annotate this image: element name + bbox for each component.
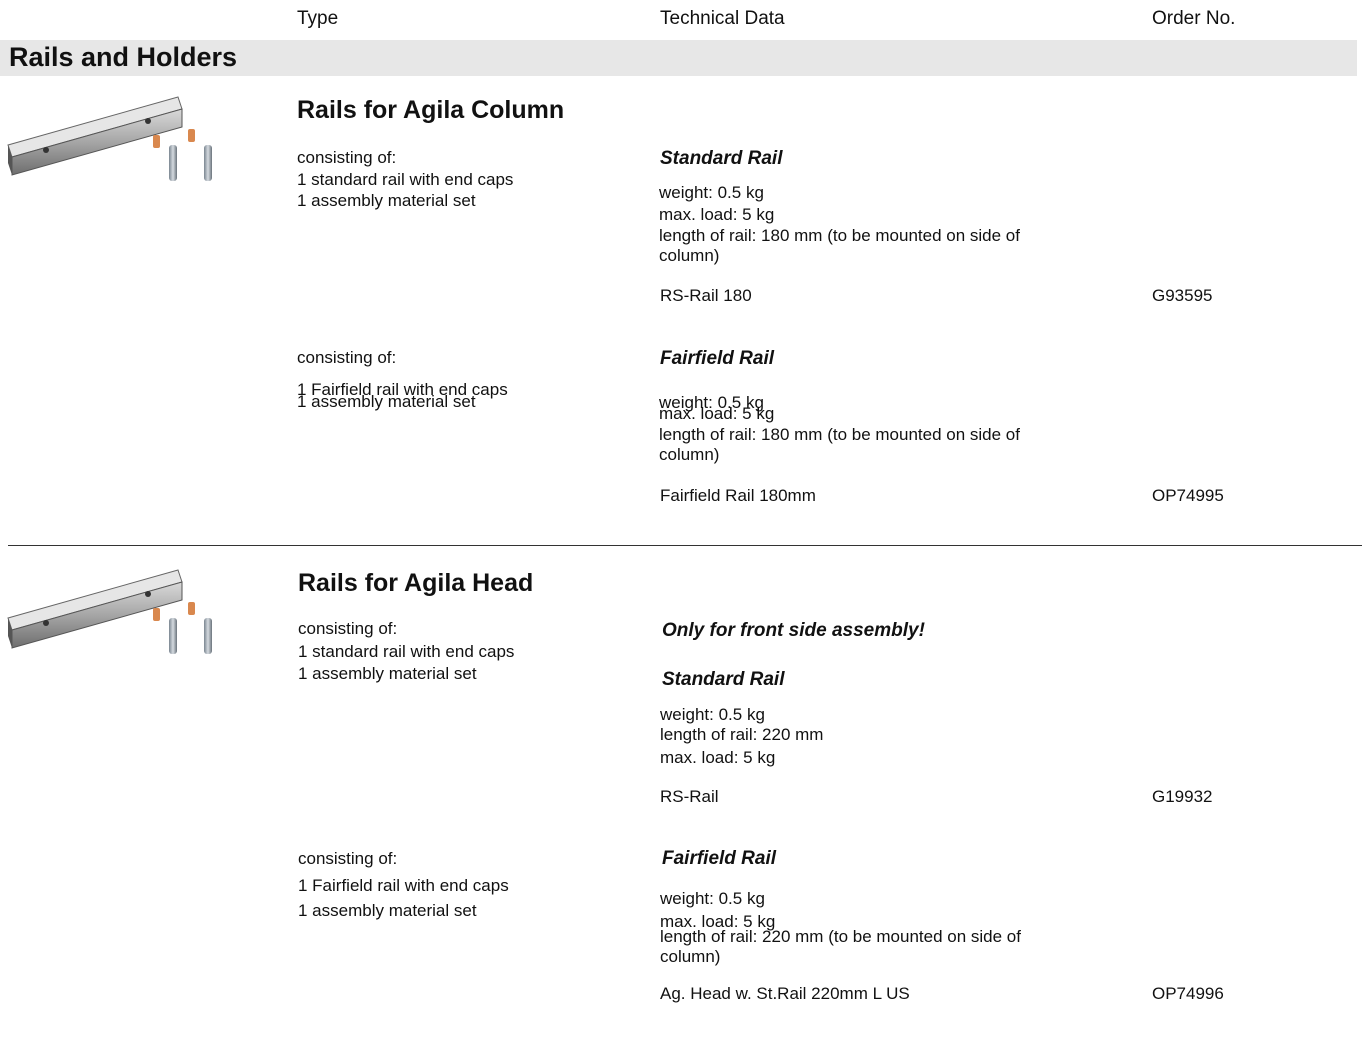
variant-heading: Standard Rail (660, 148, 783, 169)
component-line: 1 standard rail with end caps (298, 642, 515, 661)
component-line: 1 standard rail with end caps (297, 170, 514, 189)
variant-heading: Fairfield Rail (660, 348, 775, 369)
spec-length: length of rail: 180 mm (to be mounted on… (659, 226, 1020, 265)
spec-max-load: max. load: 5 kg (659, 205, 775, 224)
variant-heading: Fairfield Rail (662, 848, 777, 869)
product-title: Rails for Agila Column (297, 96, 565, 124)
component-line: 1 Fairfield rail with end caps (298, 876, 509, 895)
consisting-label: consisting of: (297, 348, 397, 367)
spec-length: length of rail: 220 mm (to be mounted on… (660, 927, 1021, 966)
section-divider (8, 545, 1362, 546)
consisting-label: consisting of: (297, 148, 397, 167)
consisting-label: consisting of: (298, 619, 398, 638)
rail-product-image (7, 569, 212, 654)
component-line: 1 assembly material set (297, 392, 476, 411)
component-line: 1 assembly material set (297, 191, 476, 210)
article-name: RS-Rail (660, 787, 719, 806)
order-number: G93595 (1152, 286, 1213, 305)
spec-weight: weight: 0.5 kg (660, 889, 765, 908)
order-number: OP74995 (1152, 486, 1224, 505)
consisting-label: consisting of: (298, 849, 398, 868)
column-header-order-no: Order No. (1152, 8, 1236, 29)
spec-length: length of rail: 180 mm (to be mounted on… (659, 425, 1020, 464)
section-title: Rails and Holders (9, 42, 238, 72)
spec-weight: weight: 0.5 kg (659, 183, 764, 202)
order-number: OP74996 (1152, 984, 1224, 1003)
article-name: Fairfield Rail 180mm (660, 486, 816, 505)
spec-weight: weight: 0.5 kg (660, 705, 765, 724)
assembly-note: Only for front side assembly! (662, 620, 925, 641)
spec-max-load: max. load: 5 kg (659, 404, 775, 423)
variant-heading: Standard Rail (662, 669, 785, 690)
spec-length: length of rail: 220 mm (660, 725, 824, 744)
article-name: RS-Rail 180 (660, 286, 752, 305)
product-title: Rails for Agila Head (298, 569, 534, 597)
order-number: G19932 (1152, 787, 1213, 806)
rail-product-image (7, 96, 212, 181)
component-line: 1 assembly material set (298, 664, 477, 683)
column-header-type: Type (297, 8, 339, 29)
column-header-technical-data: Technical Data (660, 8, 785, 29)
component-line: 1 assembly material set (298, 901, 477, 920)
spec-max-load: max. load: 5 kg (660, 748, 776, 767)
article-name: Ag. Head w. St.Rail 220mm L US (660, 984, 910, 1003)
